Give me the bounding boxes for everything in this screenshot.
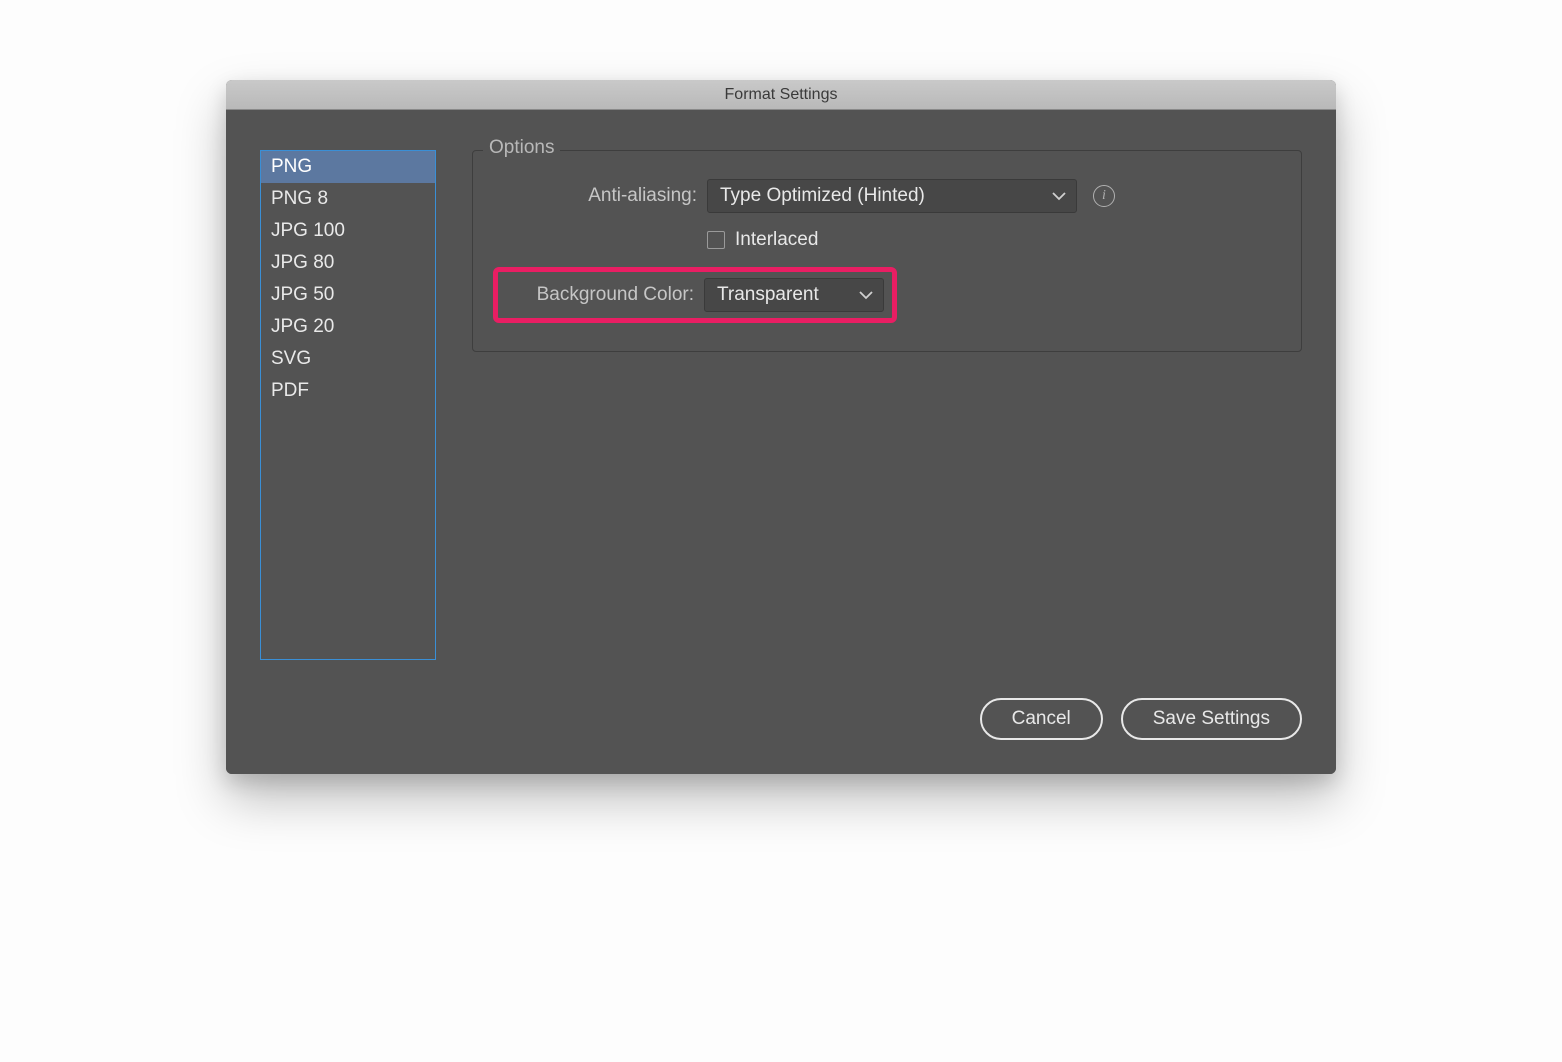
- background-color-row: Background Color: Transparent: [497, 267, 1277, 323]
- anti-aliasing-row: Anti-aliasing: Type Optimized (Hinted) i: [497, 179, 1277, 213]
- dialog-title: Format Settings: [725, 86, 838, 104]
- format-item-jpg50[interactable]: JPG 50: [261, 279, 435, 311]
- format-item-pdf[interactable]: PDF: [261, 375, 435, 407]
- format-item-png[interactable]: PNG: [261, 151, 435, 183]
- format-item-jpg80[interactable]: JPG 80: [261, 247, 435, 279]
- interlaced-checkbox[interactable]: [707, 231, 725, 249]
- background-color-value: Transparent: [717, 284, 819, 306]
- format-settings-dialog: Format Settings PNG PNG 8 JPG 100 JPG 80…: [226, 80, 1336, 774]
- interlaced-label: Interlaced: [735, 229, 818, 251]
- dialog-content-row: PNG PNG 8 JPG 100 JPG 80 JPG 50 JPG 20 S…: [260, 150, 1302, 660]
- chevron-down-icon: [1052, 192, 1066, 201]
- format-item-jpg100[interactable]: JPG 100: [261, 215, 435, 247]
- dialog-titlebar: Format Settings: [226, 80, 1336, 110]
- button-row: Cancel Save Settings: [260, 698, 1302, 740]
- dialog-body: PNG PNG 8 JPG 100 JPG 80 JPG 50 JPG 20 S…: [226, 110, 1336, 774]
- background-color-highlight: Background Color: Transparent: [493, 267, 897, 323]
- background-color-label: Background Color:: [502, 284, 694, 306]
- background-color-dropdown[interactable]: Transparent: [704, 278, 884, 312]
- chevron-down-icon: [859, 291, 873, 300]
- cancel-button[interactable]: Cancel: [980, 698, 1103, 740]
- format-item-svg[interactable]: SVG: [261, 343, 435, 375]
- interlaced-row: Interlaced: [707, 229, 1277, 251]
- options-legend: Options: [483, 137, 560, 159]
- format-item-png8[interactable]: PNG 8: [261, 183, 435, 215]
- save-settings-button[interactable]: Save Settings: [1121, 698, 1302, 740]
- options-panel: Options Anti-aliasing: Type Optimized (H…: [472, 150, 1302, 660]
- format-list[interactable]: PNG PNG 8 JPG 100 JPG 80 JPG 50 JPG 20 S…: [260, 150, 436, 660]
- anti-aliasing-dropdown[interactable]: Type Optimized (Hinted): [707, 179, 1077, 213]
- anti-aliasing-label: Anti-aliasing:: [497, 185, 697, 207]
- anti-aliasing-value: Type Optimized (Hinted): [720, 185, 925, 207]
- format-item-jpg20[interactable]: JPG 20: [261, 311, 435, 343]
- info-icon[interactable]: i: [1093, 185, 1115, 207]
- options-frame: Options Anti-aliasing: Type Optimized (H…: [472, 150, 1302, 352]
